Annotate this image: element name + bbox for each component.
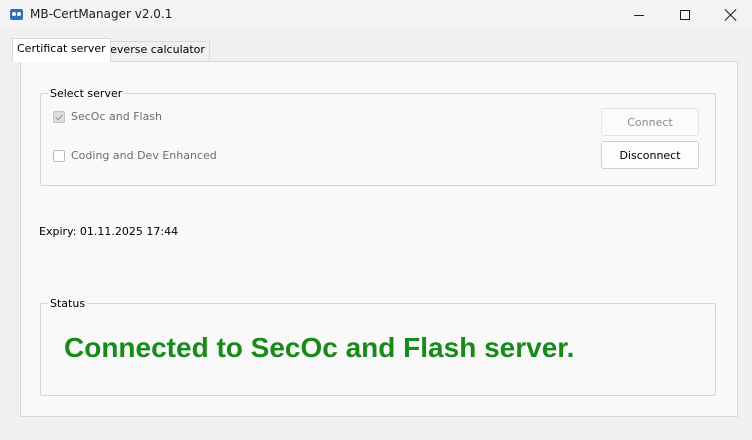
window-title: MB-CertManager v2.0.1	[30, 7, 173, 21]
expiry-label: Expiry: 01.11.2025 17:44	[39, 225, 179, 238]
secoc-flash-option[interactable]: SecOc and Flash	[53, 110, 162, 123]
status-group: Status Connected to SecOc and Flash serv…	[40, 297, 716, 396]
status-legend: Status	[48, 297, 88, 310]
title-bar[interactable]: MB-CertManager v2.0.1	[0, 0, 752, 30]
tab-panel-certificat-server: Select server SecOc and Flash Coding and…	[20, 61, 738, 417]
coding-dev-checkbox[interactable]	[53, 149, 65, 162]
coding-dev-option[interactable]: Coding and Dev Enhanced	[53, 149, 217, 162]
connect-button[interactable]: Connect	[601, 108, 699, 136]
coding-dev-label: Coding and Dev Enhanced	[71, 149, 217, 162]
app-window: MB-CertManager v2.0.1 Certificat server …	[0, 0, 752, 440]
minimize-button[interactable]	[616, 0, 662, 30]
disconnect-button[interactable]: Disconnect	[601, 141, 699, 169]
status-message: Connected to SecOc and Flash server.	[64, 332, 575, 363]
maximize-icon	[680, 10, 690, 20]
maximize-button[interactable]	[662, 0, 708, 30]
secoc-flash-label: SecOc and Flash	[71, 110, 163, 123]
close-icon	[725, 9, 737, 21]
tab-strip: Certificat server Reverse calculator	[0, 38, 752, 62]
app-icon	[10, 9, 23, 20]
minimize-icon	[634, 14, 644, 16]
tab-certificat-server[interactable]: Certificat server	[12, 38, 111, 62]
select-server-legend: Select server	[48, 87, 125, 100]
select-server-group: Select server SecOc and Flash Coding and…	[40, 87, 716, 186]
secoc-flash-checkbox[interactable]	[53, 110, 65, 123]
close-button[interactable]	[708, 0, 752, 30]
tab-reverse-calculator[interactable]: Reverse calculator	[98, 41, 210, 60]
